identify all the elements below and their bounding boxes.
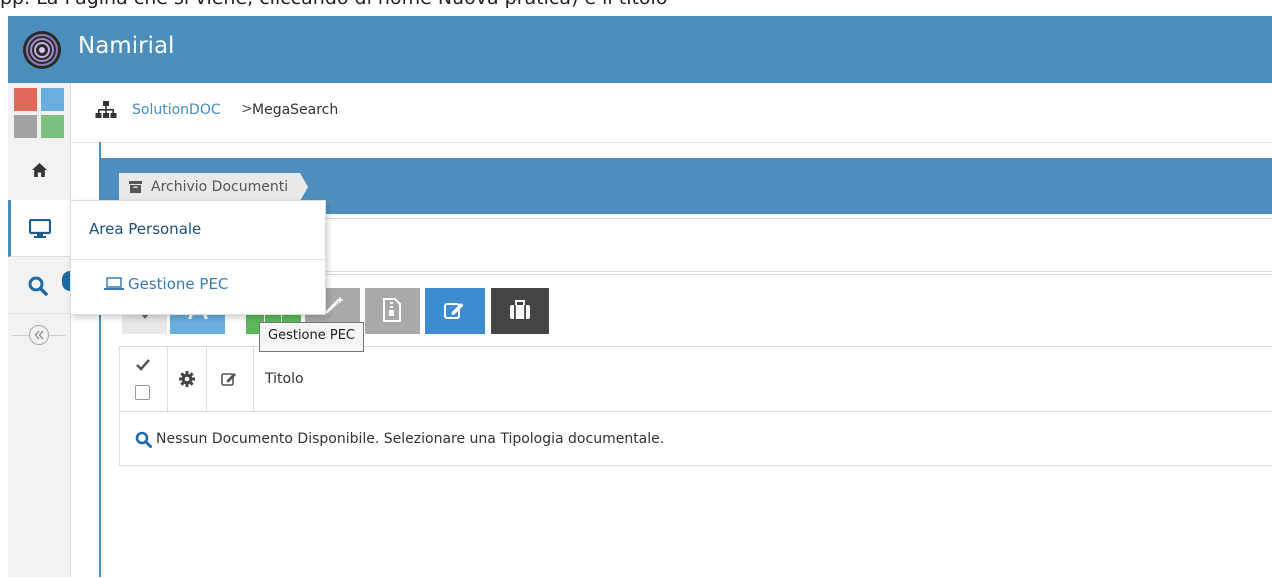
archive-tab-label: Archivio Documenti [151,179,289,195]
documents-table: Titolo Nessun Documento Disponibile. Sel… [119,346,1272,466]
breadcrumb-current: MegaSearch [252,102,339,118]
breadcrumb-separator: > [241,101,253,117]
edit-icon [444,303,464,319]
check-icon [136,359,150,371]
refresh-icon [188,313,208,320]
sidebar-item-area-personale[interactable] [8,200,70,257]
search-icon [135,431,152,448]
laptop-icon [104,277,124,290]
briefcase-icon [510,300,530,319]
menu-title: Area Personale [89,220,202,238]
archive-tab[interactable]: Archivio Documenti [119,173,309,201]
top-caption: pp. La Pagina che si viene, cliccando di… [0,0,667,9]
monitor-icon [29,219,51,238]
sidebar [8,83,71,577]
collapse-icon[interactable] [29,325,49,345]
column-header-titolo[interactable]: Titolo [265,371,304,387]
menu-item-label: Gestione PEC [128,275,229,293]
breadcrumb: SolutionDOC > MegaSearch [71,83,1272,143]
edit-button[interactable] [425,288,485,334]
logo-icon[interactable] [22,30,62,70]
search-icon [28,276,48,296]
menu-item-gestione-pec[interactable]: Gestione PEC [71,260,325,313]
sidebar-collapse[interactable] [8,325,70,345]
home-icon [32,163,47,177]
gear-icon[interactable] [179,371,195,387]
briefcase-button[interactable] [491,288,549,334]
sidebar-item-search[interactable] [8,257,70,314]
brand-name[interactable]: Namirial [78,33,174,59]
wand-icon [324,296,344,315]
app-grid-icon[interactable] [12,86,66,140]
area-personale-menu: Area Personale Gestione PEC [70,200,326,315]
zip-download-button[interactable] [365,288,420,334]
settings-column [168,347,207,411]
app-header: Namirial [8,16,1272,83]
archive-icon [129,181,142,193]
select-all-checkbox[interactable] [135,385,150,400]
edit-column [207,347,254,411]
tooltip: Gestione PEC [259,322,365,352]
zip-icon [383,298,401,322]
sidebar-item-home[interactable] [8,144,70,201]
select-all-column [120,347,168,411]
breadcrumb-link-solutiondoc[interactable]: SolutionDOC [132,102,221,118]
empty-message: Nessun Documento Disponibile. Selezionar… [156,431,665,447]
sitemap-icon [95,101,117,118]
edit-icon [221,373,236,386]
